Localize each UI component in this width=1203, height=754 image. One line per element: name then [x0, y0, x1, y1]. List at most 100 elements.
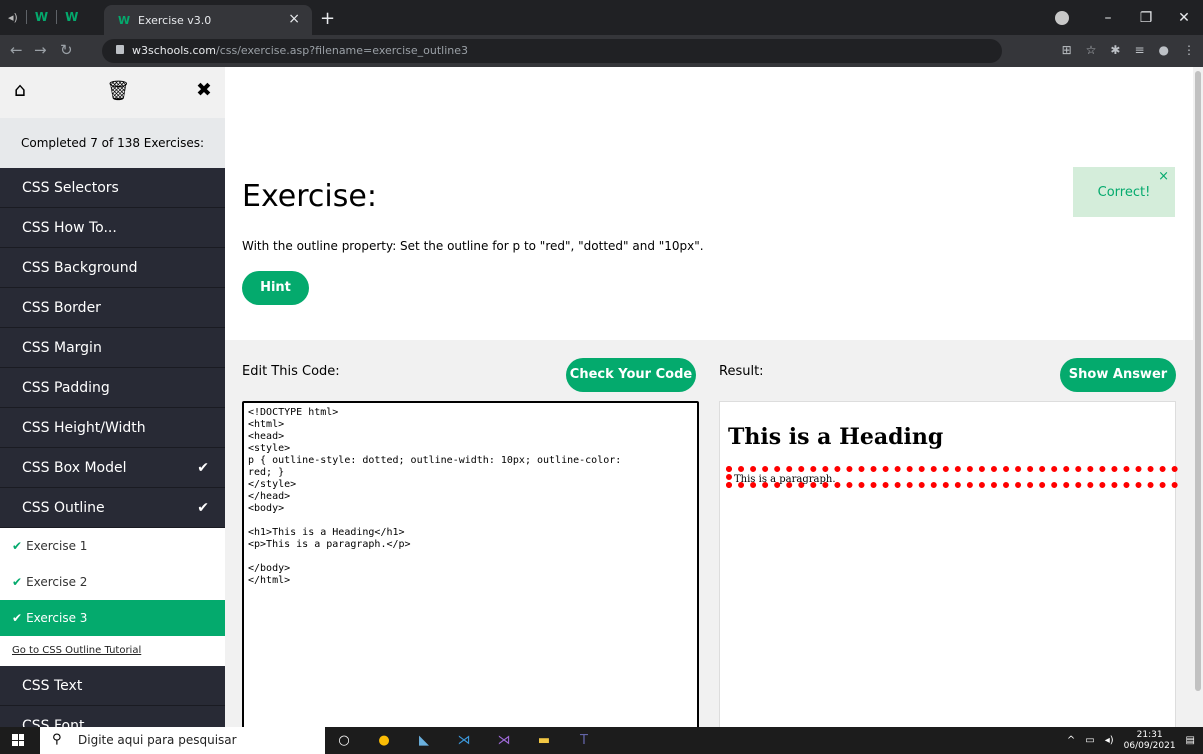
forward-icon[interactable]: → [34, 41, 47, 59]
sidebar-item-label: CSS Box Model [22, 460, 127, 476]
sub-item-label: Exercise 1 [26, 539, 88, 553]
divider [25, 10, 27, 24]
back-icon[interactable]: ← [10, 41, 23, 59]
sub-item-exercise-1[interactable]: ✔ Exercise 1 [0, 528, 225, 564]
volume-icon[interactable]: ◂) [1105, 735, 1114, 746]
alert-text: Correct! [1097, 185, 1151, 200]
sidebar-item-label: CSS Padding [22, 380, 110, 396]
chrome-icon[interactable]: ● [374, 732, 394, 750]
new-tab-icon[interactable]: + [320, 8, 335, 29]
reload-icon[interactable]: ↻ [60, 41, 73, 59]
result-frame: This is a Heading This is a paragraph. [719, 401, 1178, 727]
app-icon[interactable]: ◣ [414, 732, 434, 750]
sidebar-item-label: CSS How To... [22, 220, 117, 236]
w3schools-tab-icon[interactable]: W [35, 10, 48, 24]
active-tab[interactable]: W Exercise v3.0 × [104, 5, 312, 35]
date-text: 06/09/2021 [1123, 740, 1176, 751]
checkmark-icon: ✔ [12, 575, 23, 589]
taskbar-search[interactable]: ⚲ Digite aqui para pesquisar [40, 727, 325, 754]
exercise-sidebar: ⌂ 🗑 ✖ Completed 7 of 138 Exercises: CSS … [0, 67, 225, 727]
sidebar-item-background[interactable]: CSS Background [0, 248, 225, 288]
sub-item-exercise-3[interactable]: ✔ Exercise 3 [0, 600, 225, 636]
sidebar-item-outline[interactable]: CSS Outline ✔ [0, 488, 225, 528]
sub-item-label: Exercise 2 [26, 575, 88, 589]
home-icon[interactable]: ⌂ [14, 79, 26, 101]
file-explorer-icon[interactable]: ▬ [534, 732, 554, 750]
visual-studio-icon[interactable]: ⋊ [494, 732, 514, 750]
code-editor[interactable]: <!DOCTYPE html> <html> <head> <style> p … [242, 401, 699, 727]
sidebar-item-label: CSS Selectors [22, 180, 119, 196]
url-field[interactable]: w3schools.com/css/exercise.asp?filename=… [102, 39, 1002, 63]
sidebar-item-height-width[interactable]: CSS Height/Width [0, 408, 225, 448]
editor-label: Edit This Code: [242, 364, 340, 379]
sub-item-exercise-2[interactable]: ✔ Exercise 2 [0, 564, 225, 600]
trash-icon[interactable]: 🗑 [106, 79, 130, 102]
minimize-icon[interactable]: – [1089, 10, 1127, 26]
sidebar-item-padding[interactable]: CSS Padding [0, 368, 225, 408]
teams-icon[interactable]: T [574, 732, 594, 750]
check-code-button[interactable]: Check Your Code [566, 358, 696, 392]
close-window-icon[interactable]: ✕ [1165, 10, 1203, 26]
hint-button[interactable]: Hint [242, 271, 309, 305]
close-icon[interactable]: ✖ [196, 79, 212, 101]
search-placeholder: Digite aqui para pesquisar [78, 733, 237, 747]
menu-icon[interactable]: ⋮ [1183, 43, 1195, 57]
network-icon[interactable]: ▭ [1085, 735, 1094, 746]
notifications-icon[interactable]: ▤ [1186, 735, 1195, 746]
sidebar-item-margin[interactable]: CSS Margin [0, 328, 225, 368]
page-title: Exercise: [242, 179, 377, 214]
checkmark-icon: ✔ [12, 611, 23, 625]
sidebar-item-font[interactable]: CSS Font [0, 706, 225, 727]
audio-icon[interactable]: ◂) [8, 11, 18, 24]
tab-strip-left: ◂) W W [8, 10, 78, 24]
scrollbar-thumb[interactable] [1195, 71, 1201, 691]
w3schools-tab-icon[interactable]: W [65, 10, 78, 24]
lock-icon [116, 45, 124, 54]
browser-tab-bar: ◂) W W W Exercise v3.0 × + – ❐ ✕ [0, 0, 1203, 35]
reading-list-icon[interactable]: ≡ [1134, 43, 1144, 57]
w3schools-favicon-icon: W [118, 14, 131, 27]
sidebar-item-label: CSS Font [22, 718, 85, 727]
restore-icon[interactable]: ❐ [1127, 10, 1165, 26]
close-alert-icon[interactable]: × [1158, 151, 1169, 203]
clock[interactable]: 21:31 06/09/2021 [1124, 730, 1176, 752]
bookmark-star-icon[interactable]: ☆ [1086, 43, 1097, 57]
divider [56, 10, 58, 24]
screen: ◂) W W W Exercise v3.0 × + – ❐ ✕ ← → ↻ w… [0, 0, 1203, 754]
vscode-icon[interactable]: ⋊ [454, 732, 474, 750]
windows-start-icon[interactable] [12, 734, 24, 746]
result-paragraph: This is a paragraph. [734, 474, 836, 485]
correct-alert: Correct! × [1073, 167, 1175, 217]
sidebar-item-text[interactable]: CSS Text [0, 666, 225, 706]
code-text[interactable]: <!DOCTYPE html> <html> <head> <style> p … [248, 407, 621, 587]
main-content: Exercise: With the outline property: Set… [225, 67, 1193, 727]
window-controls: – ❐ ✕ [1055, 0, 1203, 35]
avatar-icon[interactable]: ● [1159, 43, 1169, 57]
sidebar-toolbar: ⌂ 🗑 ✖ [0, 67, 225, 118]
task-view-icon[interactable]: ○ [334, 732, 354, 750]
sidebar-item-border[interactable]: CSS Border [0, 288, 225, 328]
sidebar-item-label: CSS Height/Width [22, 420, 146, 436]
result-label: Result: [719, 364, 764, 379]
show-answer-button[interactable]: Show Answer [1060, 358, 1176, 392]
result-paragraph-box: This is a paragraph. [726, 466, 1178, 488]
sidebar-item-label: CSS Outline [22, 500, 105, 516]
taskbar-apps: ○ ● ◣ ⋊ ⋊ ▬ T [334, 727, 594, 754]
url-text: w3schools.com/css/exercise.asp?filename=… [132, 44, 469, 57]
sidebar-item-howto[interactable]: CSS How To... [0, 208, 225, 248]
tutorial-link[interactable]: Go to CSS Outline Tutorial [0, 636, 225, 666]
checkmark-icon: ✔ [12, 539, 23, 553]
extensions-icon[interactable]: ✱ [1110, 43, 1120, 57]
sub-item-label: Exercise 3 [26, 611, 88, 625]
close-tab-icon[interactable]: × [288, 11, 300, 27]
page-scrollbar[interactable] [1193, 67, 1203, 727]
sidebar-item-selectors[interactable]: CSS Selectors [0, 168, 225, 208]
translate-icon[interactable]: ⊞ [1062, 43, 1072, 57]
profile-icon[interactable] [1055, 10, 1069, 25]
tray-chevron-icon[interactable]: ^ [1067, 735, 1075, 746]
search-icon: ⚲ [52, 732, 62, 747]
checkmark-icon: ✔ [197, 500, 209, 516]
windows-taskbar: ⚲ Digite aqui para pesquisar ○ ● ◣ ⋊ ⋊ ▬… [0, 727, 1203, 754]
tab-title: Exercise v3.0 [138, 14, 212, 27]
sidebar-item-box-model[interactable]: CSS Box Model ✔ [0, 448, 225, 488]
